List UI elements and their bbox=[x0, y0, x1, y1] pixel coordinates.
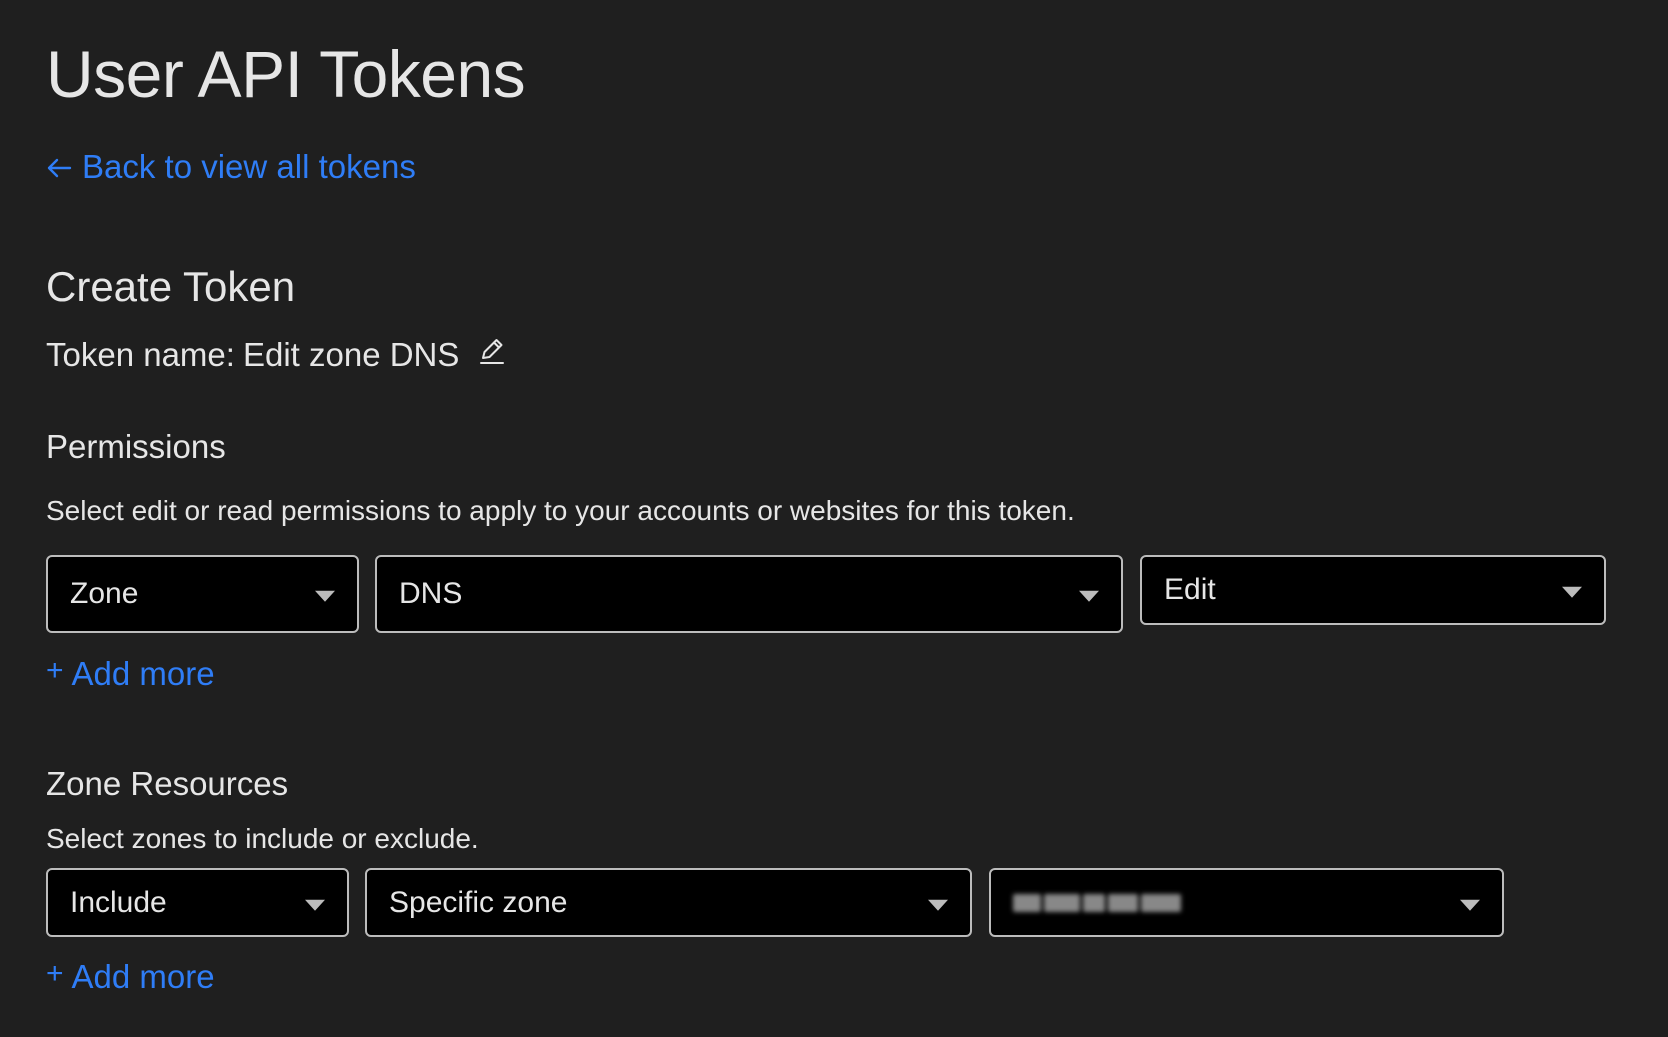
page: User API Tokens Back to view all tokens … bbox=[46, 0, 1668, 1037]
caret-down-icon bbox=[305, 899, 325, 911]
add-more-label: Add more bbox=[71, 958, 215, 995]
caret-down-icon bbox=[1460, 899, 1480, 911]
redacted-zone-value bbox=[1013, 893, 1181, 912]
section-title: Create Token bbox=[46, 263, 296, 310]
caret-down-icon bbox=[928, 899, 948, 911]
select-value: Edit bbox=[1164, 573, 1216, 606]
page-title: User API Tokens bbox=[46, 37, 526, 111]
select-value: Include bbox=[70, 885, 167, 919]
plus-icon: + bbox=[46, 654, 64, 687]
token-name-value: Edit zone DNS bbox=[242, 336, 460, 373]
zone-resources-description: Select zones to include or exclude. bbox=[46, 823, 479, 854]
select-value: DNS bbox=[399, 577, 463, 610]
permission-level-select[interactable]: Edit bbox=[1140, 555, 1606, 625]
token-name: Token name: Edit zone DNS bbox=[46, 336, 507, 374]
caret-down-icon bbox=[315, 590, 335, 602]
permissions-title: Permissions bbox=[46, 428, 226, 465]
back-to-tokens-link[interactable]: Back to view all tokens bbox=[46, 148, 416, 186]
caret-down-icon bbox=[1079, 590, 1099, 602]
back-link-label: Back to view all tokens bbox=[82, 148, 416, 185]
caret-down-icon bbox=[1562, 586, 1582, 598]
pencil-icon[interactable] bbox=[477, 336, 507, 366]
zone-type-select[interactable]: Specific zone bbox=[365, 868, 972, 937]
zone-name-select[interactable] bbox=[989, 868, 1504, 937]
permission-scope-select[interactable]: Zone bbox=[46, 555, 359, 633]
select-value: Zone bbox=[70, 577, 139, 610]
add-more-label: Add more bbox=[71, 655, 215, 692]
add-zone-button[interactable]: + Add more bbox=[46, 957, 215, 996]
add-permission-button[interactable]: + Add more bbox=[46, 654, 215, 693]
permission-group-select[interactable]: DNS bbox=[375, 555, 1123, 633]
arrow-left-icon bbox=[46, 155, 72, 185]
permissions-description: Select edit or read permissions to apply… bbox=[46, 495, 1075, 526]
zone-include-select[interactable]: Include bbox=[46, 868, 349, 937]
token-name-label: Token name: bbox=[46, 336, 235, 373]
plus-icon: + bbox=[46, 957, 64, 990]
zone-resources-title: Zone Resources bbox=[46, 765, 289, 802]
select-value: Specific zone bbox=[389, 885, 568, 919]
